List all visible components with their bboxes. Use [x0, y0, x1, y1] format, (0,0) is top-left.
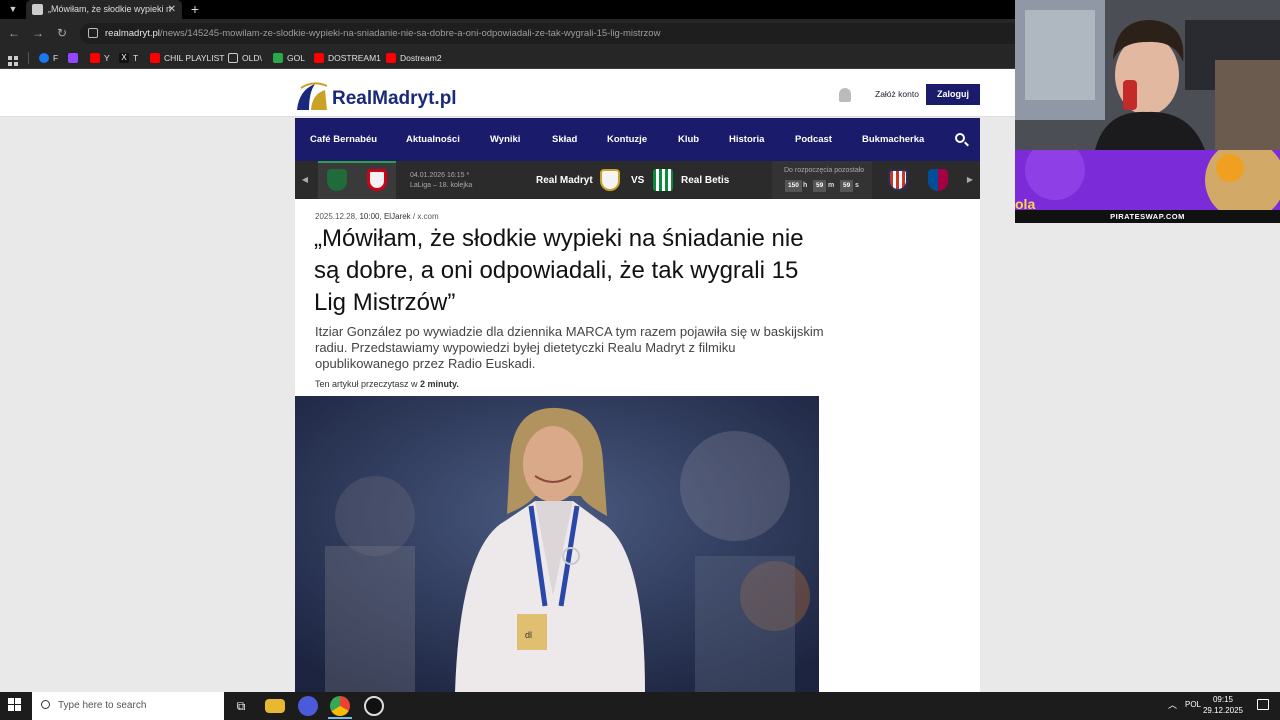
file-explorer-icon[interactable] [265, 699, 285, 713]
folder-icon [228, 53, 238, 63]
new-tab-button[interactable]: + [188, 0, 202, 19]
bookmark-3[interactable]: XT [119, 50, 138, 66]
webcam-overlay [1015, 0, 1280, 150]
matchbar-next-arrow-icon[interactable]: ▶ [963, 161, 977, 199]
login-button[interactable]: Zaloguj [926, 84, 980, 105]
nav-cafe-bernabeu[interactable]: Café Bernabéu [310, 118, 377, 161]
nav-bukmacherka[interactable]: Bukmacherka [862, 118, 924, 161]
bookmark-5[interactable]: OLD\ [228, 50, 262, 66]
next-match-info: 04.01.2026 16:15 * LaLiga – 18. kolejka [410, 172, 473, 189]
real-betis-crest-icon [653, 169, 673, 191]
nav-sklad[interactable]: Skład [552, 118, 577, 161]
input-language[interactable]: POL [1185, 700, 1201, 709]
real-madrid-crest-icon [600, 169, 620, 191]
read-time: Ten artykuł przeczytasz w 2 minuty. [315, 379, 459, 389]
obs-icon[interactable] [364, 696, 384, 716]
article-meta: 2025.12.28, 10:00, ElJarek / x.com [315, 212, 439, 221]
nav-aktualnosci[interactable]: Aktualności [406, 118, 460, 161]
bookmarks-divider [28, 52, 29, 64]
site-logo[interactable]: RealMadryt.pl [332, 88, 457, 110]
site-settings-icon[interactable] [88, 28, 98, 38]
x-icon: X [119, 53, 129, 63]
reload-icon[interactable]: ↻ [54, 25, 70, 41]
back-arrow-icon[interactable]: ← [6, 25, 22, 41]
url-host: realmadryt.pl [105, 28, 160, 39]
bookmark-6[interactable]: GOL [273, 50, 305, 66]
tab-title: „Mówiłam, że słodkie wypieki n [48, 4, 172, 14]
url-path: /news/145245-mowilam-ze-slodkie-wypieki-… [159, 28, 661, 39]
search-icon[interactable] [955, 133, 965, 143]
tab-search-chevron-icon[interactable]: ▼ [4, 0, 22, 19]
article-lead: Itziar González po wywiadzie dla dzienni… [315, 324, 824, 371]
home-team-name: Real Madryt [536, 175, 593, 186]
nav-kontuzje[interactable]: Kontuzje [607, 118, 647, 161]
youtube-icon [90, 53, 100, 63]
promo-caption: PIRATESWAP.COM [1015, 210, 1280, 223]
facebook-icon [39, 53, 49, 63]
countdown-hours: 150 [785, 180, 802, 192]
favicon-icon [32, 4, 43, 15]
gol-icon [273, 53, 283, 63]
countdown-h-unit: h [803, 182, 808, 189]
nav-podcast[interactable]: Podcast [795, 118, 832, 161]
away-team-name: Real Betis [681, 175, 730, 186]
bookmark-1[interactable] [68, 50, 82, 66]
url-input[interactable]: realmadryt.pl/news/145245-mowilam-ze-slo… [80, 23, 1015, 44]
tray-chevron-up-icon[interactable]: ︿ [1168, 698, 1177, 711]
nav-klub[interactable]: Klub [678, 118, 699, 161]
bookmark-2[interactable]: Y [90, 50, 110, 66]
twitch-icon [68, 53, 78, 63]
tab-close-icon[interactable]: ✕ [168, 0, 176, 19]
logo-icon[interactable] [295, 80, 329, 112]
levante-crest-icon [928, 169, 948, 191]
apps-grid-icon[interactable] [8, 53, 18, 66]
versus-label: VS [631, 175, 645, 186]
bookmark-0[interactable]: F [39, 50, 58, 66]
author-link[interactable]: ElJarek [384, 212, 411, 221]
youtube-icon [386, 53, 396, 63]
sevilla-crest-icon [367, 169, 387, 191]
notification-center-icon[interactable] [1257, 699, 1269, 710]
notification-bell-icon[interactable] [839, 88, 851, 102]
article-photo[interactable]: dl [295, 396, 819, 692]
forward-arrow-icon[interactable]: → [30, 25, 46, 41]
taskbar-clock[interactable]: 09:15 29.12.2025 [1200, 694, 1246, 716]
windows-start-icon[interactable] [8, 698, 22, 712]
bookmark-4[interactable]: CHIL PLAYLIST [150, 50, 224, 66]
atletico-crest-icon [888, 169, 908, 191]
discord-icon[interactable] [298, 696, 318, 716]
countdown-label: Do rozpoczęcia pozostało [784, 167, 865, 174]
active-app-indicator [328, 717, 352, 719]
bookmark-7[interactable]: DOSTREAM1 [314, 50, 381, 66]
nav-historia[interactable]: Historia [729, 118, 764, 161]
svg-text:dl: dl [525, 630, 532, 640]
bookmark-8[interactable]: Dostream2 [386, 50, 442, 66]
countdown-seconds: 59 [840, 180, 854, 192]
search-magnifier-icon [41, 700, 50, 709]
countdown-m-unit: m [828, 182, 835, 189]
countdown-s-unit: s [855, 182, 859, 189]
site-header [0, 72, 1015, 117]
source-link[interactable]: / x.com [411, 212, 439, 221]
nav-wyniki[interactable]: Wyniki [490, 118, 520, 161]
taskbar-search-input[interactable]: Type here to search [32, 692, 224, 720]
youtube-icon [150, 53, 160, 63]
youtube-icon [314, 53, 324, 63]
side-blank-area [1015, 223, 1280, 692]
register-link[interactable]: Załóż konto [875, 89, 919, 99]
article-headline: „Mówiłam, że słodkie wypieki na śniadani… [314, 225, 804, 316]
team-crest-icon [327, 169, 347, 191]
chrome-icon[interactable] [330, 696, 350, 716]
countdown-minutes: 59 [813, 180, 827, 192]
browser-tab[interactable]: „Mówiłam, że słodkie wypieki n ✕ [26, 0, 182, 19]
matchbar-prev-arrow-icon[interactable]: ◀ [298, 161, 312, 199]
task-view-icon[interactable]: ⧉ [231, 696, 251, 716]
